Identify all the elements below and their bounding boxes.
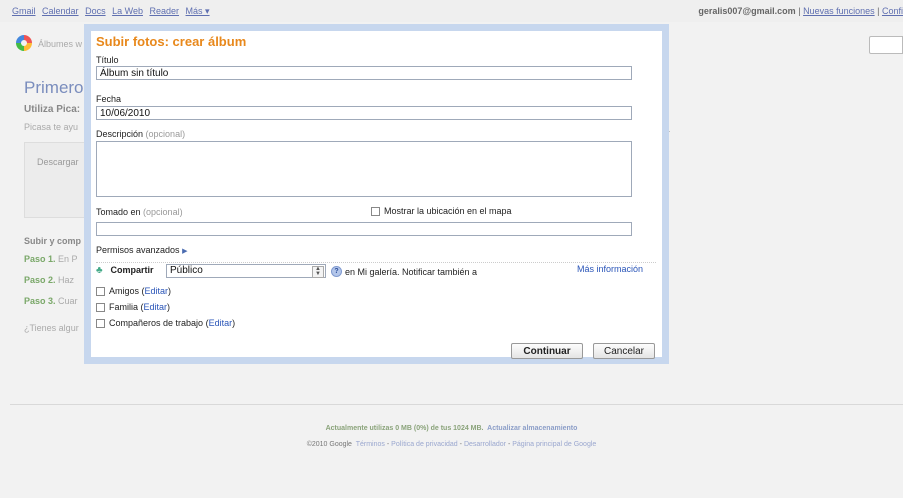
footer-dash: - [386, 441, 390, 448]
optional-hint: (opcional) [145, 129, 186, 139]
date-input[interactable]: 10/06/2010 [96, 106, 632, 120]
step-2: Paso 2. Haz [24, 275, 74, 285]
triangle-right-icon: ▶ [182, 248, 188, 255]
edit-family-link[interactable]: Editar [144, 302, 168, 312]
optional-hint: (opcional) [143, 207, 183, 217]
advanced-permissions-toggle[interactable]: Permisos avanzados ▶ [96, 245, 187, 255]
download-label: Descargar [37, 157, 79, 167]
step-label: Paso 1. [24, 254, 56, 264]
albums-link[interactable]: Álbumes w [38, 39, 82, 49]
footer-dash: - [459, 441, 462, 448]
step-label: Paso 3. [24, 296, 56, 306]
developer-link[interactable]: Desarrollador [464, 441, 506, 448]
taken-at-label: Tomado en (opcional) [96, 207, 183, 217]
share-label: Compartir [110, 265, 154, 275]
edit-coworkers-link[interactable]: Editar [209, 318, 233, 328]
edit-friends-link[interactable]: Editar [145, 286, 169, 296]
footer-links: ©2010 Google Términos - Política de priv… [0, 441, 903, 448]
step-text: Haz [58, 275, 75, 285]
visibility-select[interactable]: Público ▲ ▼ [166, 264, 326, 278]
share-note: en Mi galería. Notificar también a [345, 267, 478, 277]
show-map-option[interactable]: Mostrar la ubicación en el mapa [371, 206, 512, 217]
group-option-family[interactable]: Familia (Editar) [96, 302, 170, 313]
step-label: Paso 2. [24, 275, 56, 285]
family-checkbox[interactable] [96, 303, 105, 313]
group-option-coworkers[interactable]: Compañeros de trabajo (Editar) [96, 318, 235, 329]
help-question: ¿Tienes algur [24, 323, 79, 333]
album-title-input[interactable]: Álbum sin título [96, 66, 632, 80]
step-1: Paso 1. En P [24, 254, 78, 264]
description-textarea[interactable] [96, 141, 632, 197]
dialog-title: Subir fotos: crear álbum [96, 34, 247, 49]
more-info-link[interactable]: Más información [577, 264, 643, 274]
upload-heading: Subir y comp [24, 236, 82, 246]
account-email: geralis007@gmail.com [698, 6, 796, 16]
location-input[interactable] [96, 222, 632, 236]
account-area: geralis007@gmail.com | Nuevas funciones … [698, 6, 903, 16]
continue-button[interactable]: Continuar [511, 343, 583, 359]
google-home-link[interactable]: Página principal de Google [512, 441, 596, 448]
page-subtitle: Utiliza Pica: [24, 104, 81, 115]
reader-link[interactable]: Reader [149, 6, 179, 16]
gmail-link[interactable]: Gmail [12, 6, 36, 16]
copyright: ©2010 Google [306, 441, 352, 448]
top-navigation-bar: Gmail Calendar Docs La Web Reader Más ▾ … [0, 0, 903, 22]
search-input[interactable] [869, 36, 903, 54]
advanced-permissions-label: Permisos avanzados [96, 245, 180, 255]
more-menu-link[interactable]: Más ▾ [186, 6, 210, 16]
description-label-text: Descripción [96, 129, 144, 139]
coworkers-checkbox[interactable] [96, 319, 105, 329]
share-row: ♣ Compartir [96, 265, 154, 279]
cancel-button[interactable]: Cancelar [593, 343, 655, 359]
show-map-checkbox[interactable] [371, 207, 380, 217]
step-text: Cuar [58, 296, 78, 306]
group-option-friends[interactable]: Amigos (Editar) [96, 286, 171, 297]
new-features-link[interactable]: Nuevas funciones [803, 6, 875, 16]
privacy-link[interactable]: Política de privacidad [391, 441, 458, 448]
page-title: Primeros [24, 78, 93, 97]
visibility-value: Público [170, 265, 203, 276]
friends-checkbox[interactable] [96, 287, 105, 297]
step-text: En P [58, 254, 78, 264]
taken-at-label-text: Tomado en [96, 207, 141, 217]
group-name: Compañeros de trabajo [109, 318, 204, 328]
settings-link[interactable]: Confi [882, 6, 903, 16]
create-album-dialog: Subir fotos: crear álbum Título Álbum si… [84, 24, 669, 364]
footer-dash: - [507, 441, 511, 448]
dialog-body: Subir fotos: crear álbum Título Álbum si… [91, 31, 662, 359]
group-name: Amigos [109, 286, 140, 296]
page-description: Picasa te ayu [24, 122, 79, 132]
storage-usage: Actualmente utilizas 0 MB (0%) de tus 10… [0, 425, 903, 432]
product-links: Gmail Calendar Docs La Web Reader Más ▾ [12, 6, 214, 17]
description-label: Descripción (opcional) [96, 129, 185, 139]
web-link[interactable]: La Web [112, 6, 143, 16]
storage-usage-text: Actualmente utilizas 0 MB (0%) de tus 10… [325, 425, 484, 432]
section-divider [96, 262, 656, 263]
calendar-link[interactable]: Calendar [42, 6, 79, 16]
picasa-logo-icon[interactable] [16, 35, 32, 51]
group-name: Familia [109, 302, 139, 312]
show-map-label: Mostrar la ubicación en el mapa [384, 206, 512, 216]
step-3: Paso 3. Cuar [24, 296, 78, 306]
docs-link[interactable]: Docs [85, 6, 106, 16]
select-arrows-icon: ▲ ▼ [312, 266, 324, 278]
footer-divider [10, 404, 903, 405]
title-label: Título [96, 55, 119, 65]
date-label: Fecha [96, 94, 122, 104]
people-share-icon: ♣ [96, 265, 103, 277]
account-separator: | [877, 6, 880, 16]
terms-link[interactable]: Términos [356, 441, 385, 448]
upgrade-storage-link[interactable]: Actualizar almacenamiento [487, 425, 577, 432]
help-icon[interactable]: ? [331, 266, 342, 277]
account-separator: | [798, 6, 801, 16]
